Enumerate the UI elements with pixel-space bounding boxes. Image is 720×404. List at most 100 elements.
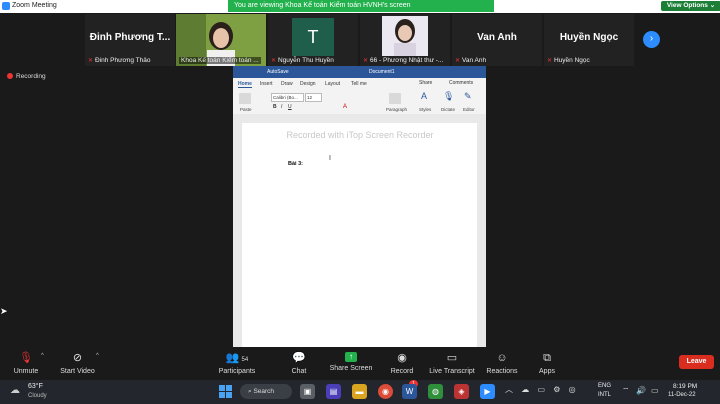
taskbar-search[interactable]: ⌕ Search bbox=[240, 384, 292, 399]
document-title: Document1 bbox=[369, 69, 395, 75]
participant-name: Khoa Kế toán Kiểm toán ... bbox=[179, 57, 261, 64]
screen-share-banner: You are viewing Khoa Kế toán Kiểm toán H… bbox=[228, 0, 720, 12]
clock-date[interactable]: 11-Dec-22 bbox=[668, 392, 696, 398]
view-options-button[interactable]: View Options ⌄ bbox=[661, 1, 720, 11]
editor-label: Editor bbox=[463, 107, 475, 112]
word-title-bar: AutoSave Document1 bbox=[233, 66, 486, 78]
record-button[interactable]: ◉ Record bbox=[387, 347, 417, 380]
apps-label: Apps bbox=[539, 368, 555, 375]
apps-icon: ⧉ bbox=[543, 352, 551, 364]
chevron-up-icon[interactable]: ︿ bbox=[505, 385, 513, 394]
participant-tile[interactable]: T ✕ Nguyễn Thu Huyền bbox=[268, 14, 358, 66]
weather-temperature[interactable]: 63°F bbox=[28, 383, 43, 390]
tab-tell-me[interactable]: Tell me bbox=[351, 81, 367, 87]
apps-button[interactable]: ⧉ Apps bbox=[534, 347, 560, 380]
font-size-select[interactable]: 12 bbox=[305, 93, 322, 102]
tab-design[interactable]: Design bbox=[300, 81, 316, 87]
participant-tile[interactable]: Huyền Ngọc ✕ Huyền Ngọc bbox=[544, 14, 634, 66]
unmute-button[interactable]: 🎙 Unmute bbox=[6, 347, 46, 380]
cloud-icon[interactable]: ☁ bbox=[521, 385, 529, 394]
chat-button[interactable]: 💬 Chat bbox=[282, 347, 316, 380]
meeting-toolbar: 🎙 Unmute ^ ⊘ Start Video ^ 👥 54 Participa… bbox=[0, 347, 720, 380]
tab-layout[interactable]: Layout bbox=[325, 81, 340, 87]
participant-display-name: Van Anh bbox=[477, 32, 517, 43]
text-cursor-icon: I bbox=[329, 155, 331, 162]
comments-button[interactable]: Comments bbox=[449, 80, 473, 86]
start-video-label: Start Video bbox=[60, 368, 95, 375]
participants-button[interactable]: 👥 54 Participants bbox=[212, 347, 262, 380]
live-transcript-button[interactable]: ▭ Live Transcript bbox=[427, 347, 477, 380]
mouse-pointer-icon: ➤ bbox=[0, 306, 8, 316]
paste-icon[interactable] bbox=[239, 93, 251, 104]
weather-condition[interactable]: Cloudy bbox=[28, 393, 47, 399]
participant-tile[interactable]: Van Anh ✕ Van Anh bbox=[452, 14, 542, 66]
word-ribbon: Home Insert Draw Design Layout Tell me S… bbox=[233, 78, 486, 114]
bold-icon[interactable]: B bbox=[273, 104, 277, 110]
recording-dot-icon bbox=[7, 73, 13, 79]
participant-name: ✕ 66 - Phương Nhật thư -... bbox=[363, 57, 444, 64]
clock-time[interactable]: 8:19 PM bbox=[673, 383, 697, 390]
recorder-watermark: Recorded with iTop Screen Recorder bbox=[286, 130, 434, 140]
cloud-weather-icon[interactable]: ☁ bbox=[10, 385, 24, 399]
shared-word-window: AutoSave Document1 Home Insert Draw Desi… bbox=[233, 66, 486, 348]
participants-label: Participants bbox=[218, 368, 256, 375]
autosave-label[interactable]: AutoSave bbox=[267, 69, 289, 75]
next-page-arrow-icon[interactable]: › bbox=[643, 31, 660, 48]
volume-icon[interactable]: 🔊 bbox=[636, 386, 646, 395]
zoom-app-icon[interactable]: ▶ bbox=[480, 384, 495, 399]
editor-icon[interactable]: ✎ bbox=[464, 91, 472, 102]
file-explorer-icon[interactable]: ▬ bbox=[352, 384, 367, 399]
participant-display-name: Đinh Phương T... bbox=[89, 32, 171, 43]
wifi-icon[interactable]: ⌔ bbox=[622, 386, 630, 396]
leave-button[interactable]: Leave bbox=[679, 355, 714, 369]
tray-app-icon[interactable]: ◎ bbox=[569, 385, 576, 394]
language-indicator[interactable]: ENG bbox=[598, 383, 611, 389]
avatar-initial: T bbox=[307, 27, 319, 47]
windows-start-icon[interactable] bbox=[218, 384, 233, 399]
video-off-icon: ⊘ bbox=[72, 352, 83, 364]
participants-icon: 👥 54 bbox=[225, 352, 249, 364]
chat-label: Chat bbox=[291, 368, 307, 375]
mic-muted-icon: ✕ bbox=[455, 58, 461, 64]
word-app-icon[interactable]: W bbox=[402, 384, 417, 399]
tab-draw[interactable]: Draw bbox=[281, 81, 293, 87]
tray-app-icon[interactable]: ⚙ bbox=[553, 385, 560, 394]
zoom-logo-icon bbox=[2, 2, 10, 10]
system-tray: ︿ ☁ ▭ ⚙ ◎ bbox=[505, 384, 576, 395]
tray-app-icon[interactable]: ▭ bbox=[537, 385, 545, 394]
share-screen-button[interactable]: ↑ Share Screen bbox=[328, 347, 374, 380]
app-icon[interactable]: ◍ bbox=[428, 384, 443, 399]
battery-icon[interactable]: ▭ bbox=[651, 386, 659, 395]
font-name-select[interactable]: Calibri (Bo... bbox=[271, 93, 304, 102]
dictate-mic-icon[interactable]: 🎙 bbox=[443, 91, 454, 102]
italic-icon[interactable]: I bbox=[281, 104, 282, 110]
chat-icon: 💬 bbox=[292, 352, 306, 364]
window-title: Zoom Meeting bbox=[12, 2, 57, 9]
closed-caption-icon: ▭ bbox=[446, 352, 458, 364]
mic-muted-icon: ✕ bbox=[88, 58, 94, 64]
participant-tile[interactable]: Đinh Phương T... ✕ Đinh Phương Thảo bbox=[85, 14, 175, 66]
record-icon: ◉ bbox=[397, 352, 407, 364]
participant-tile[interactable]: Khoa Kế toán Kiểm toán ... bbox=[176, 14, 266, 66]
record-label: Record bbox=[390, 368, 414, 375]
video-options-chevron-icon[interactable]: ^ bbox=[96, 353, 99, 359]
share-button[interactable]: Share bbox=[419, 80, 432, 86]
styles-icon[interactable]: A bbox=[421, 91, 427, 101]
underline-icon[interactable]: U bbox=[288, 104, 292, 110]
paragraph-icon[interactable] bbox=[389, 93, 401, 104]
start-video-button[interactable]: ⊘ Start Video bbox=[55, 347, 100, 380]
participant-photo bbox=[382, 16, 428, 56]
tab-insert[interactable]: Insert bbox=[260, 81, 273, 87]
tab-home[interactable]: Home bbox=[238, 81, 252, 88]
participant-tile[interactable]: ✕ 66 - Phương Nhật thư -... bbox=[360, 14, 450, 66]
chat-app-icon[interactable]: ▤ bbox=[326, 384, 341, 399]
language-layout[interactable]: INTL bbox=[598, 392, 611, 398]
app-icon[interactable]: ◈ bbox=[454, 384, 469, 399]
chrome-icon[interactable]: ◉ bbox=[378, 384, 393, 399]
audio-options-chevron-icon[interactable]: ^ bbox=[41, 353, 44, 359]
document-page[interactable]: Bài 3: I bbox=[242, 123, 477, 348]
reactions-button[interactable]: ☺ Reactions bbox=[484, 347, 520, 380]
font-color-icon[interactable]: A bbox=[343, 104, 347, 110]
task-view-icon[interactable]: ▣ bbox=[300, 384, 315, 399]
mic-muted-icon: ✕ bbox=[547, 58, 553, 64]
